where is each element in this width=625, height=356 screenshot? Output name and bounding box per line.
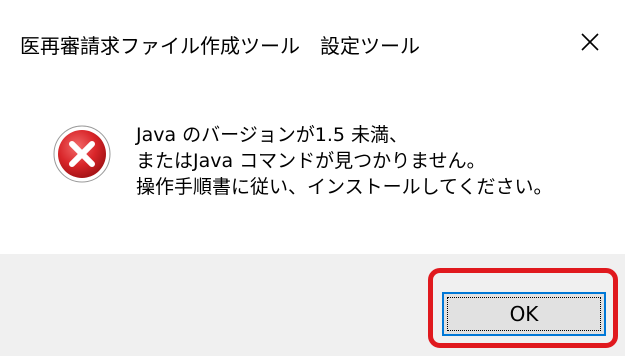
error-message: Java のバージョンが1.5 未満、 またはJava コマンドが見つかりません…: [136, 122, 552, 200]
message-line-1: Java のバージョンが1.5 未満、: [136, 124, 409, 146]
message-line-3: 操作手順書に従い、インストールしてください。: [136, 176, 553, 198]
message-line-2: またはJava コマンドが見つかりません。: [136, 150, 486, 172]
window-title: 医再審請求ファイル作成ツール 設定ツール: [20, 34, 420, 58]
ok-button-label: OK: [509, 302, 539, 326]
error-icon: [53, 125, 111, 183]
close-button[interactable]: [555, 0, 625, 84]
title-bar: 医再審請求ファイル作成ツール 設定ツール: [0, 0, 625, 84]
error-dialog: 医再審請求ファイル作成ツール 設定ツール Java のバージョンが1.5 未満、…: [0, 0, 625, 356]
ok-button[interactable]: OK: [442, 292, 606, 336]
dialog-content: Java のバージョンが1.5 未満、 またはJava コマンドが見つかりません…: [0, 84, 625, 254]
close-icon: [581, 33, 599, 51]
